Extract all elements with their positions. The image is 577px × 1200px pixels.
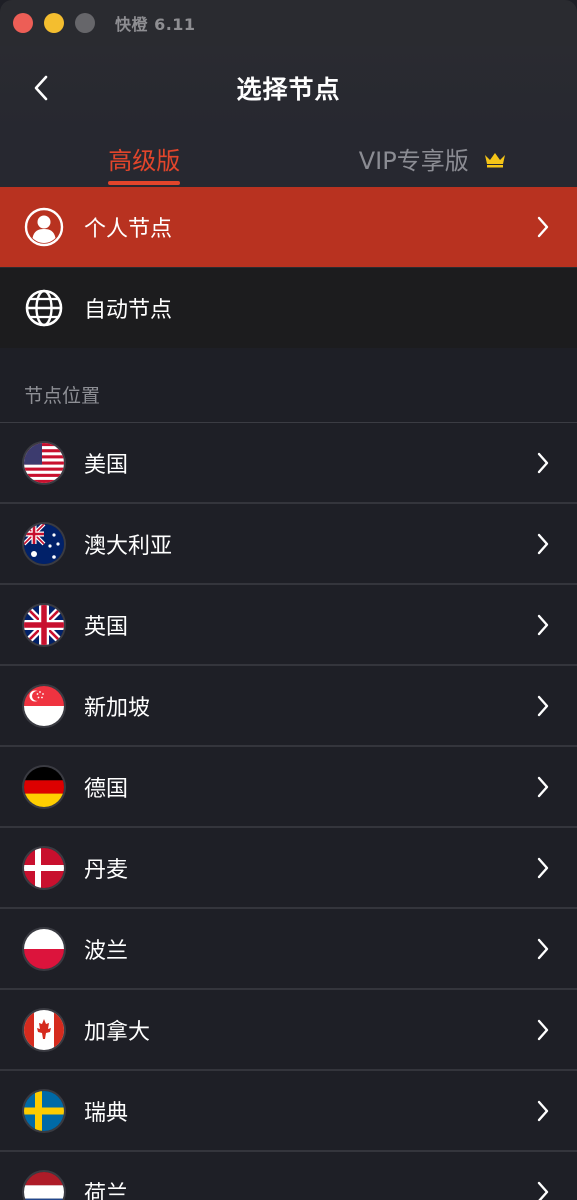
active-tab-indicator xyxy=(108,181,181,185)
chevron-left-icon xyxy=(34,75,48,101)
list-item-se[interactable]: 瑞典 xyxy=(0,1071,577,1152)
country-name: 加拿大 xyxy=(84,1019,151,1045)
app-window: 快橙 6.11 选择节点 高级版 VIP专享版 个人节点 自动节点 节点位置 美… xyxy=(0,0,577,1200)
auto-node-row[interactable]: 自动节点 xyxy=(0,267,577,348)
list-item-gb[interactable]: 英国 xyxy=(0,585,577,666)
chevron-right-icon xyxy=(533,775,553,799)
page-title: 选择节点 xyxy=(236,75,341,104)
nl-flag-icon xyxy=(24,1171,64,1200)
back-button[interactable] xyxy=(28,74,54,102)
list-item-dk[interactable]: 丹麦 xyxy=(0,828,577,909)
user-avatar-icon xyxy=(24,207,64,247)
close-window-button[interactable] xyxy=(13,13,33,33)
personal-node-row[interactable]: 个人节点 xyxy=(0,187,577,267)
tab-vip-label: VIP专享版 xyxy=(358,147,469,175)
personal-node-label: 个人节点 xyxy=(84,217,173,242)
chevron-right-icon xyxy=(533,215,553,239)
window-title: 快橙 6.11 xyxy=(115,15,196,34)
gb-flag-icon xyxy=(24,604,64,645)
chevron-right-icon xyxy=(533,937,553,961)
list-item-de[interactable]: 德国 xyxy=(0,747,577,828)
list-item-us[interactable]: 美国 xyxy=(0,423,577,504)
page-header: 选择节点 xyxy=(0,46,577,130)
us-flag-icon xyxy=(24,442,64,483)
country-name: 德国 xyxy=(84,776,129,802)
tab-vip[interactable]: VIP专享版 xyxy=(289,130,577,187)
country-name: 丹麦 xyxy=(84,857,129,883)
tab-premium-label: 高级版 xyxy=(108,147,181,175)
chevron-right-icon xyxy=(533,856,553,880)
de-flag-icon xyxy=(24,766,64,807)
pl-flag-icon xyxy=(24,928,64,969)
country-name: 澳大利亚 xyxy=(84,533,173,559)
window-controls xyxy=(13,13,95,33)
dk-flag-icon xyxy=(24,847,64,888)
list-item-sg[interactable]: 新加坡 xyxy=(0,666,577,747)
crown-icon xyxy=(483,150,507,168)
ca-flag-icon xyxy=(24,1009,64,1050)
se-flag-icon xyxy=(24,1090,64,1131)
chevron-right-icon xyxy=(533,1018,553,1042)
country-name: 美国 xyxy=(84,452,129,478)
country-name: 瑞典 xyxy=(84,1100,129,1126)
tab-bar: 高级版 VIP专享版 xyxy=(0,130,577,187)
list-item-pl[interactable]: 波兰 xyxy=(0,909,577,990)
title-bar: 快橙 6.11 xyxy=(0,0,577,46)
chevron-right-icon xyxy=(533,613,553,637)
minimize-window-button[interactable] xyxy=(44,13,64,33)
country-name: 荷兰 xyxy=(84,1181,129,1200)
country-name: 波兰 xyxy=(84,938,129,964)
country-list: 美国 澳大利亚 英国 新加坡 德国 丹麦 波兰 加拿大 瑞典 荷兰 xyxy=(0,422,577,1200)
list-item-nl[interactable]: 荷兰 xyxy=(0,1152,577,1200)
chevron-right-icon xyxy=(533,532,553,556)
zoom-window-button[interactable] xyxy=(75,13,95,33)
list-item-au[interactable]: 澳大利亚 xyxy=(0,504,577,585)
chevron-right-icon xyxy=(533,1180,553,1200)
au-flag-icon xyxy=(24,523,64,564)
section-title: 节点位置 xyxy=(0,348,577,422)
sg-flag-icon xyxy=(24,685,64,726)
tab-premium[interactable]: 高级版 xyxy=(0,130,289,187)
country-name: 新加坡 xyxy=(84,695,151,721)
country-name: 英国 xyxy=(84,614,129,640)
globe-icon xyxy=(24,288,64,328)
chevron-right-icon xyxy=(533,1099,553,1123)
list-item-ca[interactable]: 加拿大 xyxy=(0,990,577,1071)
chevron-right-icon xyxy=(533,694,553,718)
chevron-right-icon xyxy=(533,451,553,475)
auto-node-label: 自动节点 xyxy=(84,298,173,323)
